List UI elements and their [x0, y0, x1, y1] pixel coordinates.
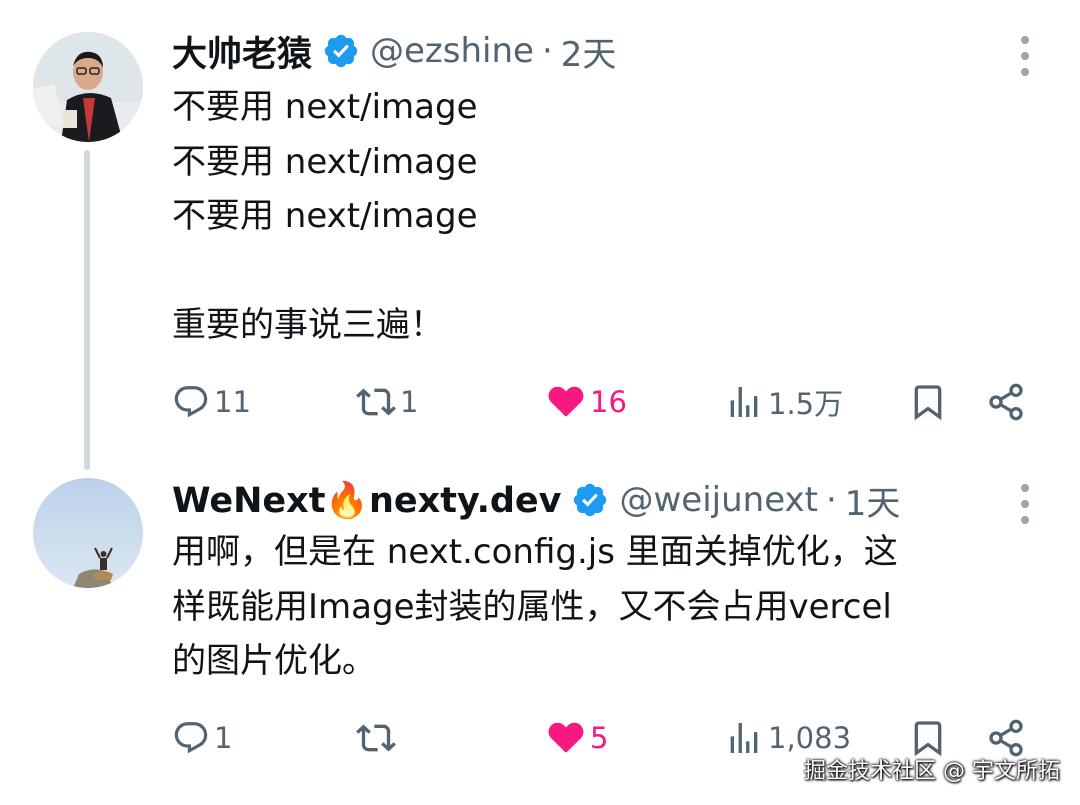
tweet-text: 不要用 next/image 不要用 next/image 不要用 next/i… [172, 80, 1052, 353]
tweet-text-line: 不要用 next/image [172, 141, 478, 182]
more-options-icon[interactable] [1018, 484, 1032, 524]
share-icon [989, 719, 1023, 757]
thread-line [84, 150, 90, 470]
like-count: 16 [590, 385, 627, 419]
more-options-icon[interactable] [1018, 36, 1032, 76]
timestamp[interactable]: 1天 [845, 476, 901, 525]
views-count: 1.5万 [768, 387, 844, 421]
retweet-icon [356, 724, 396, 752]
author-handle[interactable]: @weijunext [619, 480, 818, 520]
like-count: 5 [590, 721, 609, 755]
tweet-header: WeNext🔥nexty.dev @weijunext · 1天 [172, 476, 900, 524]
bookmark-icon [914, 721, 942, 757]
avatar-weijunext[interactable] [33, 478, 143, 588]
views-button[interactable]: 1,083 [724, 718, 851, 758]
tweet-text-line: 样既能用Image封装的属性，又不会占用vercel [172, 586, 892, 627]
share-icon [989, 383, 1023, 421]
reply-button[interactable]: 1 [172, 718, 232, 758]
action-bar: 11 1 16 1.5万 [172, 382, 1032, 422]
tweet-text-line: 的图片优化。 [172, 641, 376, 681]
reply-count: 1 [214, 721, 233, 755]
separator-dot: · [825, 480, 837, 520]
timestamp[interactable]: 2天 [561, 27, 617, 76]
tweet-text-line: 用啊，但是在 next.config.js 里面关掉优化，这 [172, 532, 898, 572]
retweet-icon [356, 388, 396, 416]
tweet-text-line: 重要的事说三遍！ [172, 305, 444, 345]
reply-count: 11 [214, 385, 251, 419]
bookmark-button[interactable] [908, 382, 948, 422]
reply-icon [174, 386, 208, 418]
share-button[interactable] [986, 718, 1026, 758]
retweet-count: 1 [400, 385, 419, 419]
like-button[interactable]: 5 [546, 718, 608, 758]
verified-badge-icon [324, 34, 358, 68]
reply-button[interactable]: 11 [172, 382, 251, 422]
separator-dot: · [541, 31, 553, 71]
tweet-text-line [172, 244, 1052, 299]
action-bar: 1 5 1,083 [172, 718, 1032, 758]
views-count: 1,083 [768, 721, 852, 755]
tweet-text-line: 不要用 next/image [172, 87, 478, 127]
author-handle[interactable]: @ezshine [370, 31, 534, 71]
avatar-ezshine[interactable] [33, 32, 143, 142]
tweet-text: 用啊，但是在 next.config.js 里面关掉优化，这 样既能用Image… [172, 525, 1052, 689]
verified-badge-icon [574, 483, 607, 517]
heart-icon [548, 722, 584, 753]
tweet-header: 大帅老猿 @ezshine · 2天 [172, 27, 616, 75]
bookmark-button[interactable] [908, 718, 948, 758]
author-name[interactable]: 大帅老猿 [172, 26, 312, 77]
tweet-text-line: 不要用 next/image [172, 196, 478, 236]
bookmark-icon [914, 385, 942, 421]
watermark: 掘金技术社区 @ 宇文所拓 [804, 759, 1060, 784]
views-icon [730, 723, 758, 753]
author-name[interactable]: WeNext🔥nexty.dev [172, 480, 561, 521]
share-button[interactable] [986, 382, 1026, 422]
views-button[interactable]: 1.5万 [724, 382, 843, 422]
tweet-1[interactable]: 大帅老猿 @ezshine · 2天 不要用 next/image 不要用 ne… [0, 0, 1080, 470]
retweet-button[interactable] [356, 718, 400, 758]
reply-icon [174, 722, 208, 754]
like-button[interactable]: 16 [546, 382, 627, 422]
heart-icon [548, 386, 584, 417]
retweet-button[interactable]: 1 [356, 382, 418, 422]
views-icon [730, 387, 758, 417]
